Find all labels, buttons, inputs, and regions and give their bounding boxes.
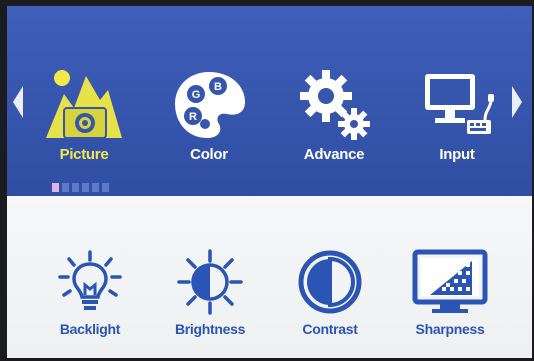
tab-label: Input [439, 146, 475, 163]
contrast-icon [298, 250, 362, 314]
tab-input[interactable]: Input [402, 64, 512, 174]
tab-color[interactable]: G B R Color [154, 64, 264, 174]
palette-letter-b: B [214, 81, 222, 93]
page-dot [72, 183, 79, 192]
palette-letter-r: R [189, 111, 197, 123]
picture-icon [46, 70, 122, 139]
tab-label: Color [190, 146, 228, 163]
page-dot [102, 183, 109, 192]
submenu-label: Backlight [59, 321, 121, 337]
arrow-left-icon[interactable] [13, 86, 23, 118]
color-palette-icon: G B R [175, 72, 245, 138]
submenu-item-brightness[interactable]: Brightness [150, 249, 270, 349]
page-dot [62, 183, 69, 192]
submenu-item-backlight[interactable]: Backlight [30, 249, 150, 349]
page-dot [82, 183, 89, 192]
brightness-sun-icon [177, 249, 243, 315]
monitor-input-icon [425, 74, 494, 134]
submenu-label: Sharpness [415, 321, 485, 337]
arrow-right-icon[interactable] [512, 86, 522, 118]
tab-advance[interactable]: Advance [279, 64, 389, 174]
tab-label: Advance [303, 146, 365, 163]
backlight-bulb-icon [58, 250, 122, 310]
page-dot [92, 183, 99, 192]
submenu-item-sharpness[interactable]: Sharpness [390, 249, 510, 349]
tab-label: Picture [59, 146, 109, 163]
tab-picture[interactable]: Picture [29, 64, 139, 174]
palette-letter-g: G [192, 89, 201, 101]
submenu-label: Brightness [174, 321, 246, 337]
osd-screen: Picture G B R Color Advance Input Backli… [7, 6, 532, 358]
sharpness-icon [412, 249, 488, 313]
gears-icon [300, 70, 370, 140]
submenu-item-contrast[interactable]: Contrast [270, 249, 390, 349]
page-indicator [52, 183, 109, 192]
page-dot [52, 183, 59, 192]
submenu-label: Contrast [302, 321, 358, 337]
